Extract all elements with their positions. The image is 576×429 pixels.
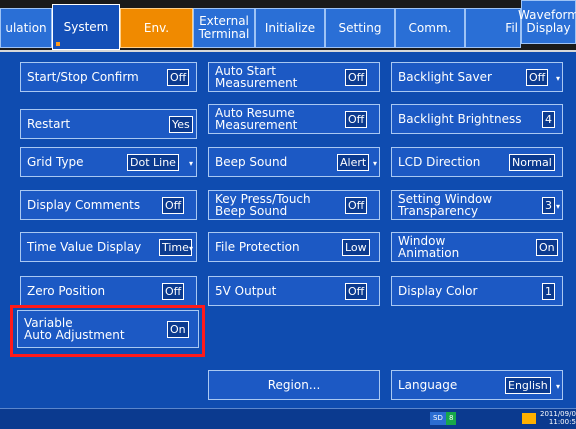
setting-value: On [536, 239, 558, 256]
lcd-direction-button[interactable]: LCD Direction Normal [391, 147, 563, 177]
setting-label: Display Comments [27, 198, 141, 212]
setting-value: Off [526, 69, 549, 86]
region-label: Region... [267, 378, 321, 392]
setting-label: Start/Stop Confirm [27, 70, 139, 84]
window-animation-button[interactable]: Window Animation On [391, 232, 563, 262]
usb-icon [522, 413, 536, 424]
setting-label: Beep Sound [215, 155, 288, 169]
setting-value: Yes [169, 116, 193, 133]
display-comments-button[interactable]: Display Comments Off [20, 190, 197, 220]
setting-label: Setting Window Transparency [398, 192, 493, 218]
start-stop-confirm-button[interactable]: Start/Stop Confirm Off [20, 62, 197, 92]
setting-label: Grid Type [27, 155, 84, 169]
setting-label: Restart [27, 117, 71, 131]
language-button[interactable]: Language English ▾ [391, 370, 563, 400]
tab-label: Comm. [408, 20, 452, 35]
auto-start-measurement-button[interactable]: Auto Start Measurement Off [208, 62, 380, 92]
tab-external-terminal[interactable]: External Terminal [193, 8, 255, 48]
tab-label: ulation [5, 20, 47, 35]
setting-value: English [505, 377, 551, 394]
setting-label: Auto Start Measurement [215, 64, 298, 90]
5v-output-button[interactable]: 5V Output Off [208, 276, 380, 306]
setting-label: Auto Resume Measurement [215, 106, 298, 132]
auto-resume-measurement-button[interactable]: Auto Resume Measurement Off [208, 104, 380, 134]
setting-window-transparency-button[interactable]: Setting Window Transparency 3 ▾ [391, 190, 563, 220]
setting-label: Key Press/Touch Beep Sound [215, 192, 311, 218]
tab-initialize[interactable]: Initialize [255, 8, 325, 48]
tab-waveform-display[interactable]: Waveform Display [518, 0, 576, 44]
setting-value: 3 [542, 197, 555, 214]
setting-value: Low [342, 239, 370, 256]
setting-label: Zero Position [27, 284, 106, 298]
setting-value: 4 [542, 111, 555, 128]
sd-count-badge: 8 [446, 412, 457, 425]
setting-label: 5V Output [215, 284, 277, 298]
setting-label: Backlight Saver [398, 70, 492, 84]
setting-value: Off [345, 111, 368, 128]
setting-value: Off [345, 69, 368, 86]
setting-label: Display Color [398, 284, 478, 298]
dropdown-arrow-icon: ▾ [556, 202, 561, 211]
setting-value: Time [159, 239, 192, 256]
display-color-button[interactable]: Display Color 1 [391, 276, 563, 306]
setting-value: Alert [337, 154, 370, 171]
dropdown-arrow-icon: ▾ [373, 159, 378, 168]
tab-simulation[interactable]: ulation [0, 8, 52, 48]
tab-label: Initialize [264, 20, 316, 35]
corner-marker-icon [56, 42, 60, 46]
tab-file[interactable]: Fil [465, 8, 521, 48]
time-text: 11:00:59 [548, 418, 576, 426]
dropdown-arrow-icon: ▾ [556, 382, 561, 391]
tab-comm[interactable]: Comm. [395, 8, 465, 48]
setting-value: Off [345, 283, 368, 300]
setting-value: 1 [542, 283, 555, 300]
setting-label: Language [398, 378, 458, 392]
tab-label: Env. [143, 20, 170, 35]
dropdown-arrow-icon: ▾ [556, 74, 561, 83]
backlight-saver-button[interactable]: Backlight Saver Off ▾ [391, 62, 563, 92]
setting-value: Off [167, 69, 190, 86]
sd-indicator: SD [430, 412, 446, 425]
region-button[interactable]: Region... [208, 370, 380, 400]
tab-env[interactable]: Env. [120, 8, 193, 48]
tab-label: Waveform Display [518, 8, 576, 35]
grid-type-button[interactable]: Grid Type Dot Line ▾ [20, 147, 197, 177]
tab-label: Setting [338, 20, 382, 35]
clock: 2011/09/05 11:00:59 [540, 410, 576, 426]
backlight-brightness-button[interactable]: Backlight Brightness 4 [391, 104, 563, 134]
setting-label: Time Value Display [27, 240, 142, 254]
setting-label: Backlight Brightness [398, 112, 522, 126]
tab-label: Fil [505, 20, 518, 35]
tab-setting[interactable]: Setting [325, 8, 395, 48]
status-bar: SD 8 2011/09/05 11:00:59 [0, 408, 576, 429]
key-press-touch-beep-sound-button[interactable]: Key Press/Touch Beep Sound Off [208, 190, 380, 220]
tab-bar: ulation System Env. External Terminal In… [0, 0, 576, 52]
setting-value: Dot Line [127, 154, 179, 171]
time-value-display-button[interactable]: Time Value Display Time ▾ [20, 232, 197, 262]
setting-label: Window Animation [398, 234, 460, 260]
setting-value: Off [162, 283, 185, 300]
beep-sound-button[interactable]: Beep Sound Alert ▾ [208, 147, 380, 177]
dropdown-arrow-icon: ▾ [189, 244, 194, 253]
tab-label: External Terminal [198, 14, 250, 41]
zero-position-button[interactable]: Zero Position Off [20, 276, 197, 306]
setting-value: Off [162, 197, 185, 214]
date-text: 2011/09/05 [540, 410, 576, 418]
setting-value: Normal [509, 154, 555, 171]
file-protection-button[interactable]: File Protection Low [208, 232, 380, 262]
setting-label: LCD Direction [398, 155, 481, 169]
setting-label: File Protection [215, 240, 300, 254]
restart-button[interactable]: Restart Yes [20, 109, 197, 139]
tab-label: System [63, 19, 109, 34]
highlight-frame [10, 305, 205, 357]
dropdown-arrow-icon: ▾ [189, 159, 194, 168]
setting-value: Off [345, 197, 368, 214]
tab-system[interactable]: System [52, 4, 120, 50]
